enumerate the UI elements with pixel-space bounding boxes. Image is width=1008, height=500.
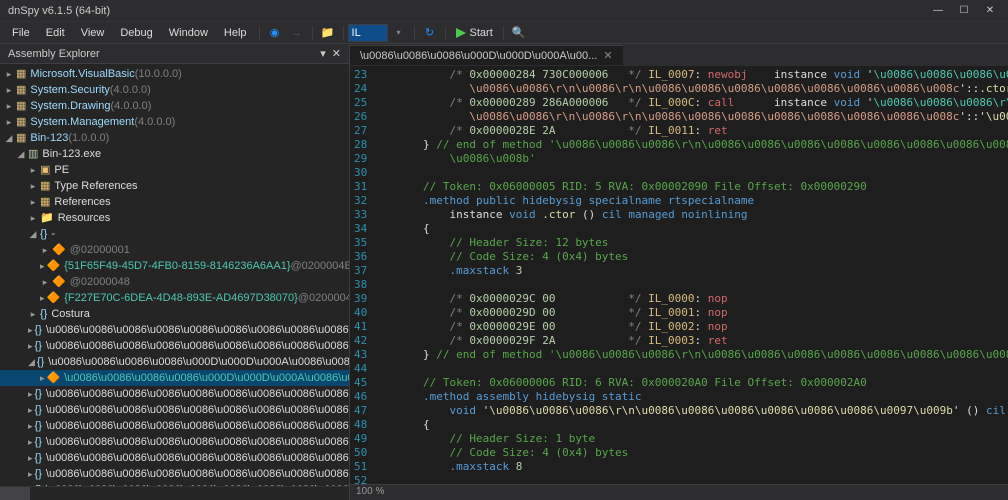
close-panel-icon[interactable]: ✕ xyxy=(332,47,341,60)
tree-hscroll[interactable] xyxy=(0,486,349,500)
active-tab[interactable]: \u0086\u0086\u0086\u000D\u000D\u000A\u00… xyxy=(350,45,623,65)
maximize-button[interactable]: ☐ xyxy=(954,4,974,18)
tree-rest-5[interactable]: ▸{}\u0086\u0086\u0086\u0086\u0086\u0086\… xyxy=(0,466,349,482)
tree-ns-0[interactable]: ▸{}\u0086\u0086\u0086\u0086\u0086\u0086\… xyxy=(0,322,349,338)
editor-panel: \u0086\u0086\u0086\u000D\u000D\u000A\u00… xyxy=(350,44,1008,500)
tree-module-type[interactable]: ▸🔶 @02000001 xyxy=(0,242,349,258)
menu-debug[interactable]: Debug xyxy=(112,24,160,42)
play-icon xyxy=(456,28,466,38)
start-label: Start xyxy=(470,27,493,39)
tree[interactable]: ▸▦Microsoft.VisualBasic (10.0.0.0)▸▦Syst… xyxy=(0,64,349,486)
close-button[interactable]: ✕ xyxy=(980,4,1000,18)
tree-pid3[interactable]: ▸🔶{F227E70C-6DEA-4D48-893E-AD4697D38070}… xyxy=(0,290,349,306)
menubar: File Edit View Debug Window Help ◉ → 📁 ▾… xyxy=(0,22,1008,44)
tab-close-icon[interactable]: ✕ xyxy=(603,49,612,62)
tree-rest-2[interactable]: ▸{}\u0086\u0086\u0086\u0086\u0086\u0086\… xyxy=(0,418,349,434)
code-editor[interactable]: 2324252627282930313233343536373839404142… xyxy=(350,66,1008,484)
panel-dropdown-icon[interactable]: ▾ xyxy=(320,47,326,60)
menu-view[interactable]: View xyxy=(73,24,113,42)
tree-pe[interactable]: ▸▣PE xyxy=(0,162,349,178)
tree-rest-1[interactable]: ▸{}\u0086\u0086\u0086\u0086\u0086\u0086\… xyxy=(0,402,349,418)
tree-ns-1[interactable]: ▸{}\u0086\u0086\u0086\u0086\u0086\u0086\… xyxy=(0,338,349,354)
tree-rest-0[interactable]: ▸{}\u0086\u0086\u0086\u0086\u0086\u0086\… xyxy=(0,386,349,402)
tree-asm-1[interactable]: ▸▦System.Security (4.0.0.0) xyxy=(0,82,349,98)
nav-back-icon[interactable]: ◉ xyxy=(266,24,284,42)
tab-title: \u0086\u0086\u0086\u000D\u000D\u000A\u00… xyxy=(360,50,597,62)
tree-module[interactable]: ◢▥Bin-123.exe xyxy=(0,146,349,162)
tree-resources[interactable]: ▸📁Resources xyxy=(0,210,349,226)
line-gutter: 2324252627282930313233343536373839404142… xyxy=(350,66,375,484)
tree-ns-dash[interactable]: ◢{}- xyxy=(0,226,349,242)
panel-title: Assembly Explorer xyxy=(8,48,100,60)
menu-edit[interactable]: Edit xyxy=(38,24,73,42)
tree-pid2[interactable]: ▸🔶 @02000048 xyxy=(0,274,349,290)
assembly-explorer-panel: Assembly Explorer ▾ ✕ ▸▦Microsoft.Visual… xyxy=(0,44,350,500)
tree-target-asm[interactable]: ◢▦Bin-123 (1.0.0.0) xyxy=(0,130,349,146)
tree-rest-3[interactable]: ▸{}\u0086\u0086\u0086\u0086\u0086\u0086\… xyxy=(0,434,349,450)
panel-header: Assembly Explorer ▾ ✕ xyxy=(0,44,349,64)
zoom-level[interactable]: 100 % xyxy=(356,486,384,497)
app-title: dnSpy v6.1.5 (64-bit) xyxy=(8,5,110,17)
code-body: /* 0x00000284 730C000006 */ IL_0007: new… xyxy=(375,66,1008,484)
menu-window[interactable]: Window xyxy=(161,24,216,42)
tree-pid1[interactable]: ▸🔶{51F65F49-45D7-4FB0-8159-8146236A6AA1}… xyxy=(0,258,349,274)
tree-asm-0[interactable]: ▸▦Microsoft.VisualBasic (10.0.0.0) xyxy=(0,66,349,82)
search-icon[interactable]: 🔍 xyxy=(510,24,528,42)
menu-help[interactable]: Help xyxy=(216,24,255,42)
tree-costura[interactable]: ▸{}Costura xyxy=(0,306,349,322)
refresh-icon[interactable]: ↻ xyxy=(421,24,439,42)
menu-file[interactable]: File xyxy=(4,24,38,42)
start-button[interactable]: Start xyxy=(450,25,499,41)
dropdown-arrow-icon[interactable]: ▾ xyxy=(390,24,408,42)
tree-asm-2[interactable]: ▸▦System.Drawing (4.0.0.0) xyxy=(0,98,349,114)
tree-rest-4[interactable]: ▸{}\u0086\u0086\u0086\u0086\u0086\u0086\… xyxy=(0,450,349,466)
tab-strip: \u0086\u0086\u0086\u000D\u000D\u000A\u00… xyxy=(350,44,1008,66)
tree-typerefs[interactable]: ▸▦Type References xyxy=(0,178,349,194)
nav-forward-icon[interactable]: → xyxy=(288,24,306,42)
tree-ns-selected-parent[interactable]: ◢{}\u0086\u0086\u0086\u0086\u000D\u000D\… xyxy=(0,354,349,370)
tree-selected-class[interactable]: ▸🔶\u0086\u0086\u0086\u0086\u000D\u000D\u… xyxy=(0,370,349,386)
status-bar: 100 % xyxy=(350,484,1008,500)
tree-refs[interactable]: ▸▦References xyxy=(0,194,349,210)
il-dropdown-input[interactable] xyxy=(348,24,388,42)
titlebar: dnSpy v6.1.5 (64-bit) — ☐ ✕ xyxy=(0,0,1008,22)
minimize-button[interactable]: — xyxy=(928,4,948,18)
tree-asm-3[interactable]: ▸▦System.Management (4.0.0.0) xyxy=(0,114,349,130)
open-icon[interactable]: 📁 xyxy=(319,24,337,42)
